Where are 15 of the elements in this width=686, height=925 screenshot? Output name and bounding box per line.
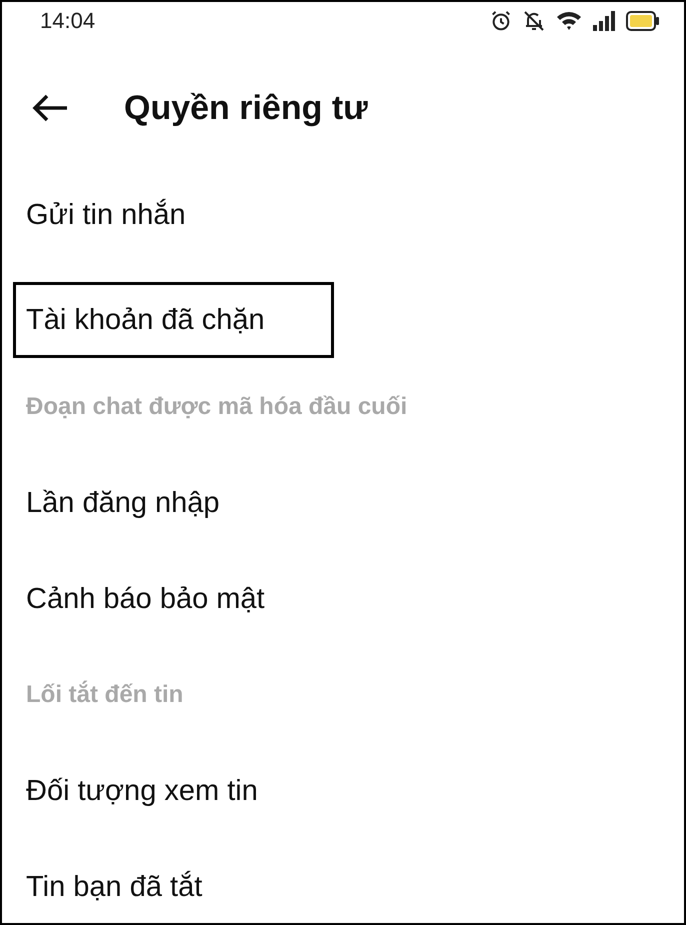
- battery-icon: [626, 11, 660, 31]
- status-time: 14:04: [40, 8, 96, 34]
- wifi-icon: [556, 10, 582, 32]
- menu-item[interactable]: Tài khoản đã chặn: [26, 304, 265, 336]
- menu-item[interactable]: Cảnh báo bảo mật: [26, 582, 265, 616]
- menu-item[interactable]: Tin bạn đã tắt: [26, 870, 202, 904]
- section-header: Đoạn chat được mã hóa đầu cuối: [26, 393, 408, 421]
- page-title: Quyền riêng tư: [124, 88, 368, 128]
- menu-item[interactable]: Đối tượng xem tin: [26, 774, 258, 808]
- muted-bell-icon: [522, 9, 546, 33]
- section-header: Lối tắt đến tin: [26, 681, 184, 709]
- menu-item[interactable]: Lần đăng nhập: [26, 486, 220, 520]
- signal-icon: [592, 10, 616, 32]
- menu-item[interactable]: Gửi tin nhắn: [26, 198, 186, 232]
- alarm-icon: [490, 10, 512, 32]
